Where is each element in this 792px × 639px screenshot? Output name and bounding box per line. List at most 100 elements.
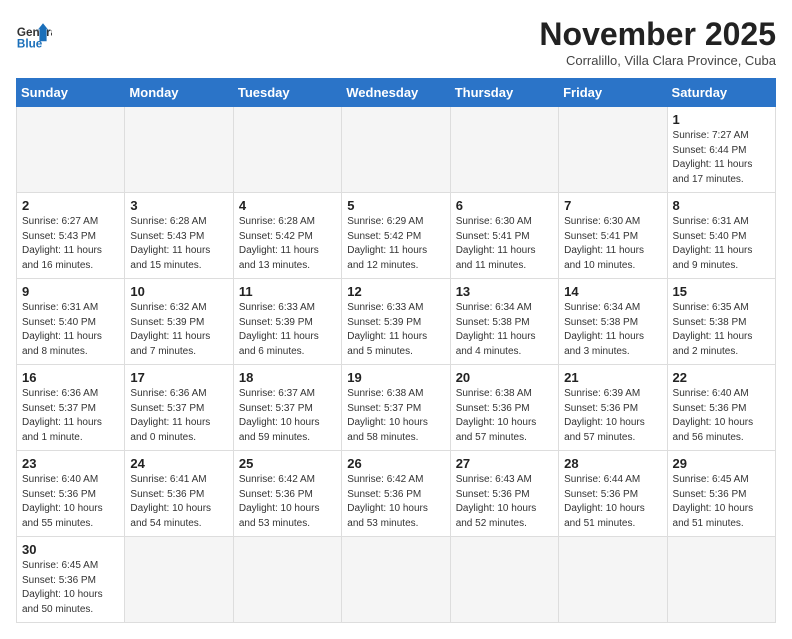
day-info: Sunrise: 6:31 AM Sunset: 5:40 PM Dayligh… [22, 301, 119, 359]
month-title: November 2025 [539, 16, 776, 53]
day-number: 23 [22, 456, 119, 471]
day-number: 21 [564, 370, 661, 385]
day-number: 1 [673, 112, 770, 127]
calendar-cell: 23 Sunrise: 6:40 AM Sunset: 5:36 PM Dayli… [17, 451, 125, 537]
day-number: 18 [239, 370, 336, 385]
calendar-cell: 29Sunrise: 6:45 AM Sunset: 5:36 PM Dayli… [667, 451, 775, 537]
day-number: 25 [239, 456, 336, 471]
calendar-cell [125, 537, 233, 623]
day-number: 2 [22, 198, 119, 213]
day-number: 29 [673, 456, 770, 471]
header-day-friday: Friday [559, 79, 667, 107]
calendar-cell: 18 Sunrise: 6:37 AM Sunset: 5:37 PM Dayli… [233, 365, 341, 451]
calendar-week-row: 16 Sunrise: 6:36 AM Sunset: 5:37 PM Dayli… [17, 365, 776, 451]
day-number: 16 [22, 370, 119, 385]
calendar-cell [559, 107, 667, 193]
calendar-cell: 28 Sunrise: 6:44 AM Sunset: 5:36 PM Dayli… [559, 451, 667, 537]
header-day-wednesday: Wednesday [342, 79, 450, 107]
day-info: Sunrise: 6:34 AM Sunset: 5:38 PM Dayligh… [456, 301, 553, 359]
day-info: Sunrise: 6:33 AM Sunset: 5:39 PM Dayligh… [347, 301, 444, 359]
day-number: 8 [673, 198, 770, 213]
calendar-cell: 2Sunrise: 6:27 AM Sunset: 5:43 PM Daylig… [17, 193, 125, 279]
calendar-cell: 6Sunrise: 6:30 AM Sunset: 5:41 PM Daylig… [450, 193, 558, 279]
header-day-tuesday: Tuesday [233, 79, 341, 107]
day-info: Sunrise: 6:43 AM Sunset: 5:36 PM Dayligh… [456, 473, 553, 531]
day-info: Sunrise: 6:40 AM Sunset: 5:36 PM Dayligh… [673, 387, 770, 445]
calendar-cell: 7Sunrise: 6:30 AM Sunset: 5:41 PM Daylig… [559, 193, 667, 279]
calendar-week-row: 9Sunrise: 6:31 AM Sunset: 5:40 PM Daylig… [17, 279, 776, 365]
logo-icon: General Blue [16, 16, 52, 52]
calendar-cell [125, 107, 233, 193]
calendar-cell: 17 Sunrise: 6:36 AM Sunset: 5:37 PM Dayli… [125, 365, 233, 451]
day-info: Sunrise: 6:35 AM Sunset: 5:38 PM Dayligh… [673, 301, 770, 359]
logo: General Blue [16, 16, 52, 52]
calendar-cell [450, 537, 558, 623]
day-info: Sunrise: 6:42 AM Sunset: 5:36 PM Dayligh… [347, 473, 444, 531]
day-info: Sunrise: 6:33 AM Sunset: 5:39 PM Dayligh… [239, 301, 336, 359]
day-number: 19 [347, 370, 444, 385]
calendar-cell: 12Sunrise: 6:33 AM Sunset: 5:39 PM Dayli… [342, 279, 450, 365]
location: Corralillo, Villa Clara Province, Cuba [539, 53, 776, 68]
calendar-cell: 13Sunrise: 6:34 AM Sunset: 5:38 PM Dayli… [450, 279, 558, 365]
calendar-cell: 15 Sunrise: 6:35 AM Sunset: 5:38 PM Dayli… [667, 279, 775, 365]
day-number: 27 [456, 456, 553, 471]
calendar-cell: 25Sunrise: 6:42 AM Sunset: 5:36 PM Dayli… [233, 451, 341, 537]
calendar-cell [559, 537, 667, 623]
svg-text:Blue: Blue [17, 38, 43, 51]
title-block: November 2025 Corralillo, Villa Clara Pr… [539, 16, 776, 68]
header-day-sunday: Sunday [17, 79, 125, 107]
calendar-cell: 26 Sunrise: 6:42 AM Sunset: 5:36 PM Dayli… [342, 451, 450, 537]
day-info: Sunrise: 6:28 AM Sunset: 5:42 PM Dayligh… [239, 215, 336, 273]
day-number: 28 [564, 456, 661, 471]
calendar-week-row: 1Sunrise: 7:27 AM Sunset: 6:44 PM Daylig… [17, 107, 776, 193]
calendar-cell [342, 107, 450, 193]
day-info: Sunrise: 6:28 AM Sunset: 5:43 PM Dayligh… [130, 215, 227, 273]
calendar-cell: 4 Sunrise: 6:28 AM Sunset: 5:42 PM Daylig… [233, 193, 341, 279]
day-info: Sunrise: 6:40 AM Sunset: 5:36 PM Dayligh… [22, 473, 119, 531]
day-info: Sunrise: 6:32 AM Sunset: 5:39 PM Dayligh… [130, 301, 227, 359]
calendar-week-row: 2Sunrise: 6:27 AM Sunset: 5:43 PM Daylig… [17, 193, 776, 279]
day-info: Sunrise: 6:41 AM Sunset: 5:36 PM Dayligh… [130, 473, 227, 531]
day-number: 11 [239, 284, 336, 299]
calendar-cell [17, 107, 125, 193]
day-info: Sunrise: 6:37 AM Sunset: 5:37 PM Dayligh… [239, 387, 336, 445]
calendar-cell: 14Sunrise: 6:34 AM Sunset: 5:38 PM Dayli… [559, 279, 667, 365]
calendar-cell: 27 Sunrise: 6:43 AM Sunset: 5:36 PM Dayli… [450, 451, 558, 537]
day-number: 4 [239, 198, 336, 213]
calendar-cell [450, 107, 558, 193]
day-info: Sunrise: 6:38 AM Sunset: 5:36 PM Dayligh… [456, 387, 553, 445]
day-number: 3 [130, 198, 227, 213]
calendar-cell [233, 537, 341, 623]
day-number: 20 [456, 370, 553, 385]
day-number: 5 [347, 198, 444, 213]
calendar-cell: 16 Sunrise: 6:36 AM Sunset: 5:37 PM Dayli… [17, 365, 125, 451]
calendar-cell: 21Sunrise: 6:39 AM Sunset: 5:36 PM Dayli… [559, 365, 667, 451]
calendar-cell: 22 Sunrise: 6:40 AM Sunset: 5:36 PM Dayli… [667, 365, 775, 451]
day-info: Sunrise: 6:30 AM Sunset: 5:41 PM Dayligh… [456, 215, 553, 273]
calendar-week-row: 30Sunrise: 6:45 AM Sunset: 5:36 PM Dayli… [17, 537, 776, 623]
day-info: Sunrise: 6:36 AM Sunset: 5:37 PM Dayligh… [22, 387, 119, 445]
calendar-cell: 9Sunrise: 6:31 AM Sunset: 5:40 PM Daylig… [17, 279, 125, 365]
day-number: 26 [347, 456, 444, 471]
calendar-cell: 10 Sunrise: 6:32 AM Sunset: 5:39 PM Dayli… [125, 279, 233, 365]
calendar-cell: 8Sunrise: 6:31 AM Sunset: 5:40 PM Daylig… [667, 193, 775, 279]
calendar-cell: 11 Sunrise: 6:33 AM Sunset: 5:39 PM Dayli… [233, 279, 341, 365]
calendar-cell: 19 Sunrise: 6:38 AM Sunset: 5:37 PM Dayli… [342, 365, 450, 451]
header-day-monday: Monday [125, 79, 233, 107]
day-number: 30 [22, 542, 119, 557]
header-day-thursday: Thursday [450, 79, 558, 107]
day-info: Sunrise: 6:30 AM Sunset: 5:41 PM Dayligh… [564, 215, 661, 273]
day-info: Sunrise: 6:44 AM Sunset: 5:36 PM Dayligh… [564, 473, 661, 531]
calendar-cell: 30Sunrise: 6:45 AM Sunset: 5:36 PM Dayli… [17, 537, 125, 623]
day-number: 17 [130, 370, 227, 385]
page-header: General Blue November 2025 Corralillo, V… [16, 16, 776, 68]
day-number: 10 [130, 284, 227, 299]
calendar-cell: 1Sunrise: 7:27 AM Sunset: 6:44 PM Daylig… [667, 107, 775, 193]
day-number: 22 [673, 370, 770, 385]
day-info: Sunrise: 6:38 AM Sunset: 5:37 PM Dayligh… [347, 387, 444, 445]
day-number: 15 [673, 284, 770, 299]
calendar-cell: 24Sunrise: 6:41 AM Sunset: 5:36 PM Dayli… [125, 451, 233, 537]
day-info: Sunrise: 6:36 AM Sunset: 5:37 PM Dayligh… [130, 387, 227, 445]
calendar-header-row: SundayMondayTuesdayWednesdayThursdayFrid… [17, 79, 776, 107]
calendar-cell [342, 537, 450, 623]
